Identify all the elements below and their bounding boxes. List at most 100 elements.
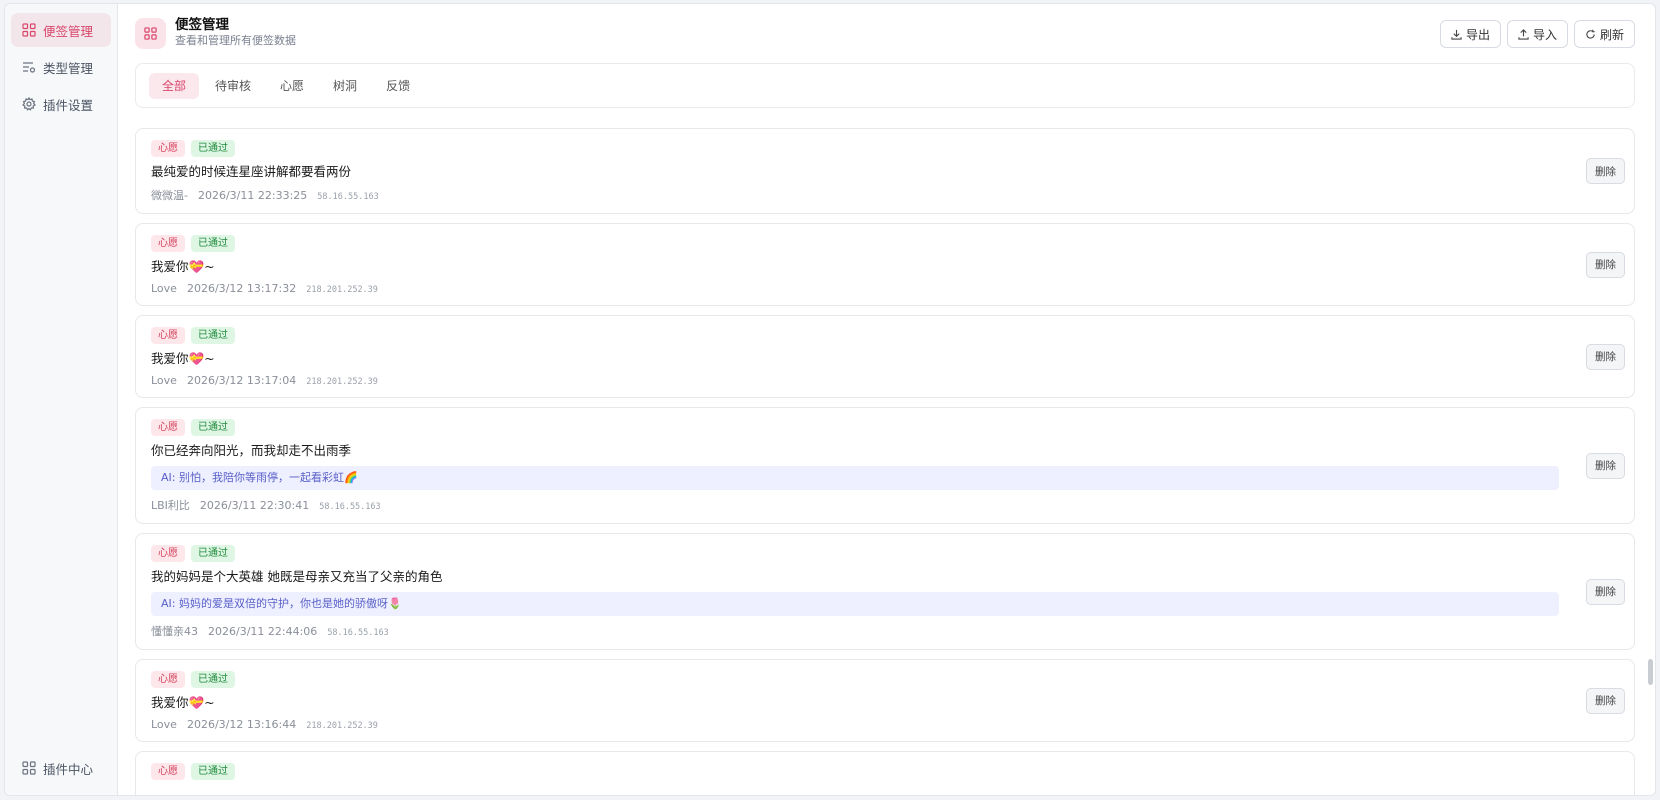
status-badge: 已通过	[191, 419, 235, 436]
app-window: 便签管理 类型管理 插件设置 插件中心 便签管理 查看和管理所有便签数据 导出 …	[4, 3, 1656, 796]
note-time: 2026/3/11 22:44:06	[208, 625, 318, 638]
tab-feedback[interactable]: 反馈	[373, 73, 423, 99]
note-content: 我爱你💝~	[151, 259, 215, 274]
note-ip: 58.16.55.163	[319, 502, 381, 512]
sidebar-item-types[interactable]: 类型管理	[11, 50, 111, 84]
refresh-button[interactable]: 刷新	[1573, 20, 1635, 48]
type-badge: 心愿	[151, 671, 185, 688]
note-meta: 懂懂亲43 2026/3/11 22:44:06 58.16.55.163	[151, 623, 1620, 639]
sidebar-top: 便签管理 类型管理 插件设置	[11, 13, 111, 124]
type-badge: 心愿	[151, 419, 185, 436]
tab-all[interactable]: 全部	[149, 72, 200, 99]
type-badge: 心愿	[151, 327, 185, 344]
note-time: 2026/3/12 13:17:32	[186, 282, 297, 295]
note-content: 我爱你💝~	[151, 351, 215, 366]
status-badge: 已通过	[191, 671, 235, 688]
note-time: 2026/3/11 22:30:41	[199, 499, 310, 512]
sidebar-item-label: 类型管理	[43, 60, 94, 76]
notes-list: 心愿 已通过 最纯爱的时候连星座讲解都要看两份 微微温- 2026/3/11 2…	[135, 128, 1635, 795]
export-label: 导出	[1465, 27, 1490, 42]
status-badge: 已通过	[191, 545, 235, 562]
delete-button[interactable]: 删除	[1586, 343, 1625, 370]
sidebar-item-label: 插件中心	[43, 761, 94, 777]
page-subtitle: 查看和管理所有便签数据	[175, 34, 296, 47]
sidebar-item-label: 插件设置	[43, 97, 94, 113]
note-time: 2026/3/12 13:16:44	[186, 718, 297, 731]
sidebar-item-label: 便签管理	[43, 23, 94, 39]
delete-button[interactable]: 删除	[1586, 158, 1625, 184]
note-author: Love	[151, 374, 177, 387]
note-tags: 心愿 已通过	[151, 235, 1620, 252]
note-tags: 心愿 已通过	[151, 671, 1620, 688]
import-button[interactable]: 导入	[1506, 20, 1568, 48]
tab-treehole[interactable]: 树洞	[320, 73, 370, 99]
sidebar-item-plugin-center[interactable]: 插件中心	[11, 751, 111, 785]
note-card: 心愿 已通过 我的妈妈是个大英雄 她既是母亲又充当了父亲的角色 AI: 妈妈的爱…	[135, 533, 1635, 650]
type-badge: 心愿	[151, 235, 185, 252]
tab-wish[interactable]: 心愿	[267, 73, 317, 99]
list-settings-icon	[22, 60, 36, 74]
note-card: 心愿 已通过 最纯爱的时候连星座讲解都要看两份 微微温- 2026/3/11 2…	[135, 128, 1635, 214]
header-actions: 导出 导入 刷新	[1439, 20, 1635, 48]
note-author: 懂懂亲43	[151, 625, 198, 638]
note-content: 我爱你💝~	[151, 695, 215, 710]
note-content: 你已经奔向阳光，而我却走不出雨季	[151, 443, 352, 458]
header-left: 便签管理 查看和管理所有便签数据	[135, 16, 296, 49]
page-title: 便签管理	[175, 17, 229, 33]
note-meta: 微微温- 2026/3/11 22:33:25 58.16.55.163	[151, 187, 1620, 203]
note-card: 心愿 已通过 我爱你💝~ Love 2026/3/12 13:17:04 218…	[135, 315, 1635, 398]
status-badge: 已通过	[191, 140, 235, 157]
note-author: Love	[151, 718, 177, 731]
delete-button[interactable]: 删除	[1586, 578, 1625, 605]
grid-icon	[22, 23, 36, 37]
note-time: 2026/3/12 13:17:04	[186, 374, 297, 387]
import-label: 导入	[1532, 27, 1557, 42]
gear-icon	[22, 97, 36, 111]
note-tags: 心愿 已通过	[151, 327, 1620, 344]
status-badge: 已通过	[191, 327, 235, 344]
note-author: LBI利比	[151, 499, 190, 512]
note-card: 心愿 已通过	[135, 751, 1635, 795]
note-ip: 218.201.252.39	[306, 721, 378, 731]
note-card: 心愿 已通过 你已经奔向阳光，而我却走不出雨季 AI: 别怕，我陪你等雨停，一起…	[135, 407, 1635, 524]
sidebar-item-settings[interactable]: 插件设置	[11, 87, 111, 121]
header-text: 便签管理 查看和管理所有便签数据	[175, 17, 296, 48]
note-tags: 心愿 已通过	[151, 763, 1620, 780]
tab-pending[interactable]: 待审核	[202, 73, 264, 99]
refresh-icon	[1586, 29, 1595, 39]
upload-icon	[1518, 28, 1529, 40]
filter-tabs: 全部 待审核 心愿 树洞 反馈	[135, 63, 1635, 108]
note-ip: 218.201.252.39	[306, 377, 378, 387]
scrollbar-thumb[interactable]	[1648, 659, 1653, 685]
note-ip: 58.16.55.163	[327, 628, 389, 638]
main-content: 便签管理 查看和管理所有便签数据 导出 导入 刷新 全部 待审核 心愿 树洞 反…	[118, 4, 1655, 795]
note-ip: 218.201.252.39	[306, 285, 378, 295]
refresh-label: 刷新	[1599, 27, 1624, 42]
note-card: 心愿 已通过 我爱你💝~ Love 2026/3/12 13:16:44 218…	[135, 659, 1635, 742]
page-header: 便签管理 查看和管理所有便签数据 导出 导入 刷新	[135, 16, 1635, 60]
status-badge: 已通过	[191, 763, 235, 780]
note-author: Love	[151, 282, 177, 295]
delete-button[interactable]: 删除	[1586, 251, 1625, 278]
export-button[interactable]: 导出	[1439, 20, 1501, 48]
note-author: 微微温-	[151, 189, 188, 202]
note-content: 最纯爱的时候连星座讲解都要看两份	[151, 164, 352, 179]
note-tags: 心愿 已通过	[151, 545, 1620, 562]
sidebar: 便签管理 类型管理 插件设置 插件中心	[5, 4, 118, 795]
note-tags: 心愿 已通过	[151, 140, 1620, 157]
note-meta: LBI利比 2026/3/11 22:30:41 58.16.55.163	[151, 497, 1620, 513]
status-badge: 已通过	[191, 235, 235, 252]
sidebar-item-notes[interactable]: 便签管理	[11, 13, 111, 47]
grid-icon	[135, 18, 166, 49]
note-ip: 58.16.55.163	[317, 192, 379, 202]
ai-reply: AI: 妈妈的爱是双倍的守护，你也是她的骄傲呀🌷	[151, 592, 1559, 616]
note-meta: Love 2026/3/12 13:17:04 218.201.252.39	[151, 374, 1620, 387]
type-badge: 心愿	[151, 140, 185, 157]
note-meta: Love 2026/3/12 13:16:44 218.201.252.39	[151, 718, 1620, 731]
grid-icon	[22, 761, 36, 775]
note-card: 心愿 已通过 我爱你💝~ Love 2026/3/12 13:17:32 218…	[135, 223, 1635, 306]
type-badge: 心愿	[151, 545, 185, 562]
delete-button[interactable]: 删除	[1586, 452, 1625, 479]
delete-button[interactable]: 删除	[1586, 687, 1625, 714]
note-content	[151, 787, 1620, 795]
